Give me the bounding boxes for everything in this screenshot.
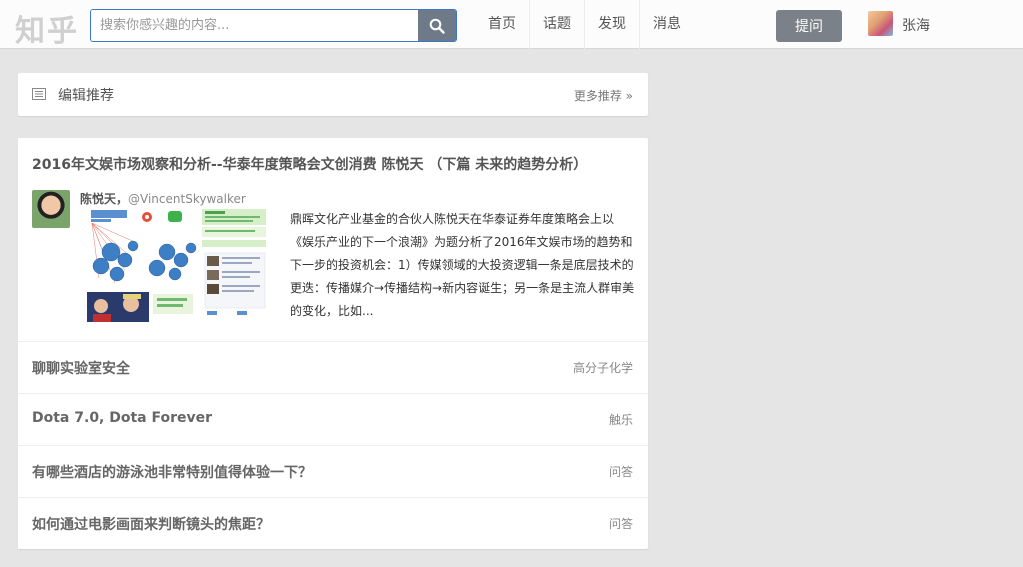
list-item-source[interactable]: 问答 <box>609 463 633 480</box>
author-separator: ， <box>116 192 129 206</box>
list-item-title[interactable]: 如何通过电影画面来判断镜头的焦距？ <box>32 514 270 534</box>
list-item[interactable]: Dota 7.0, Dota Forever 触乐 <box>18 393 648 445</box>
main-nav: 首页 话题 发现 消息 <box>475 0 694 49</box>
author-name[interactable]: 陈悦天 <box>80 192 116 206</box>
feature-article-title[interactable]: 2016年文娱市场观察和分析--华泰年度策略会文创消费 陈悦天 （下篇 未来的趋… <box>32 154 637 174</box>
list-item-source[interactable]: 高分子化学 <box>573 359 633 376</box>
list-item-source[interactable]: 问答 <box>609 515 633 532</box>
editor-pick-header: 编辑推荐 更多推荐 » <box>18 73 648 116</box>
nav-messages[interactable]: 消息 <box>640 0 694 49</box>
user-avatar[interactable] <box>868 11 893 36</box>
list-item[interactable]: 如何通过电影画面来判断镜头的焦距？ 问答 <box>18 497 648 549</box>
search-icon <box>429 18 445 34</box>
article-thumbnail[interactable] <box>87 208 269 323</box>
article-excerpt[interactable]: 鼎晖文化产业基金的合伙人陈悦天在华泰证券年度策略会上以《娱乐产业的下一个浪潮》为… <box>290 208 635 323</box>
list-icon <box>32 88 46 100</box>
logo[interactable]: 知乎 <box>15 6 79 50</box>
search-button[interactable] <box>418 10 456 41</box>
search-input[interactable] <box>91 10 419 41</box>
list-item-title[interactable]: 聊聊实验室安全 <box>32 358 130 378</box>
recommendation-list: 2016年文娱市场观察和分析--华泰年度策略会文创消费 陈悦天 （下篇 未来的趋… <box>18 138 648 549</box>
list-item[interactable]: 聊聊实验室安全 高分子化学 <box>18 341 648 393</box>
ask-question-button[interactable]: 提问 <box>776 10 842 42</box>
nav-explore[interactable]: 发现 <box>585 0 640 49</box>
editor-pick-title: 编辑推荐 <box>58 88 114 104</box>
search-box <box>90 9 457 42</box>
nav-home[interactable]: 首页 <box>475 0 530 49</box>
list-item[interactable]: 有哪些酒店的游泳池非常特别值得体验一下？ 问答 <box>18 445 648 497</box>
more-recommendations-link[interactable]: 更多推荐 » <box>574 87 633 104</box>
user-name[interactable]: 张海 <box>902 15 930 35</box>
author-avatar[interactable] <box>32 190 70 228</box>
author-info: 陈悦天，@VincentSkywalker <box>80 190 246 207</box>
author-handle[interactable]: @VincentSkywalker <box>128 192 246 206</box>
nav-topics[interactable]: 话题 <box>530 0 585 49</box>
list-item-title[interactable]: 有哪些酒店的游泳池非常特别值得体验一下？ <box>32 462 312 482</box>
top-bar: 知乎 首页 话题 发现 消息 提问 张海 <box>0 0 1023 49</box>
list-item-source[interactable]: 触乐 <box>609 411 633 428</box>
list-item-title[interactable]: Dota 7.0, Dota Forever <box>32 410 212 426</box>
